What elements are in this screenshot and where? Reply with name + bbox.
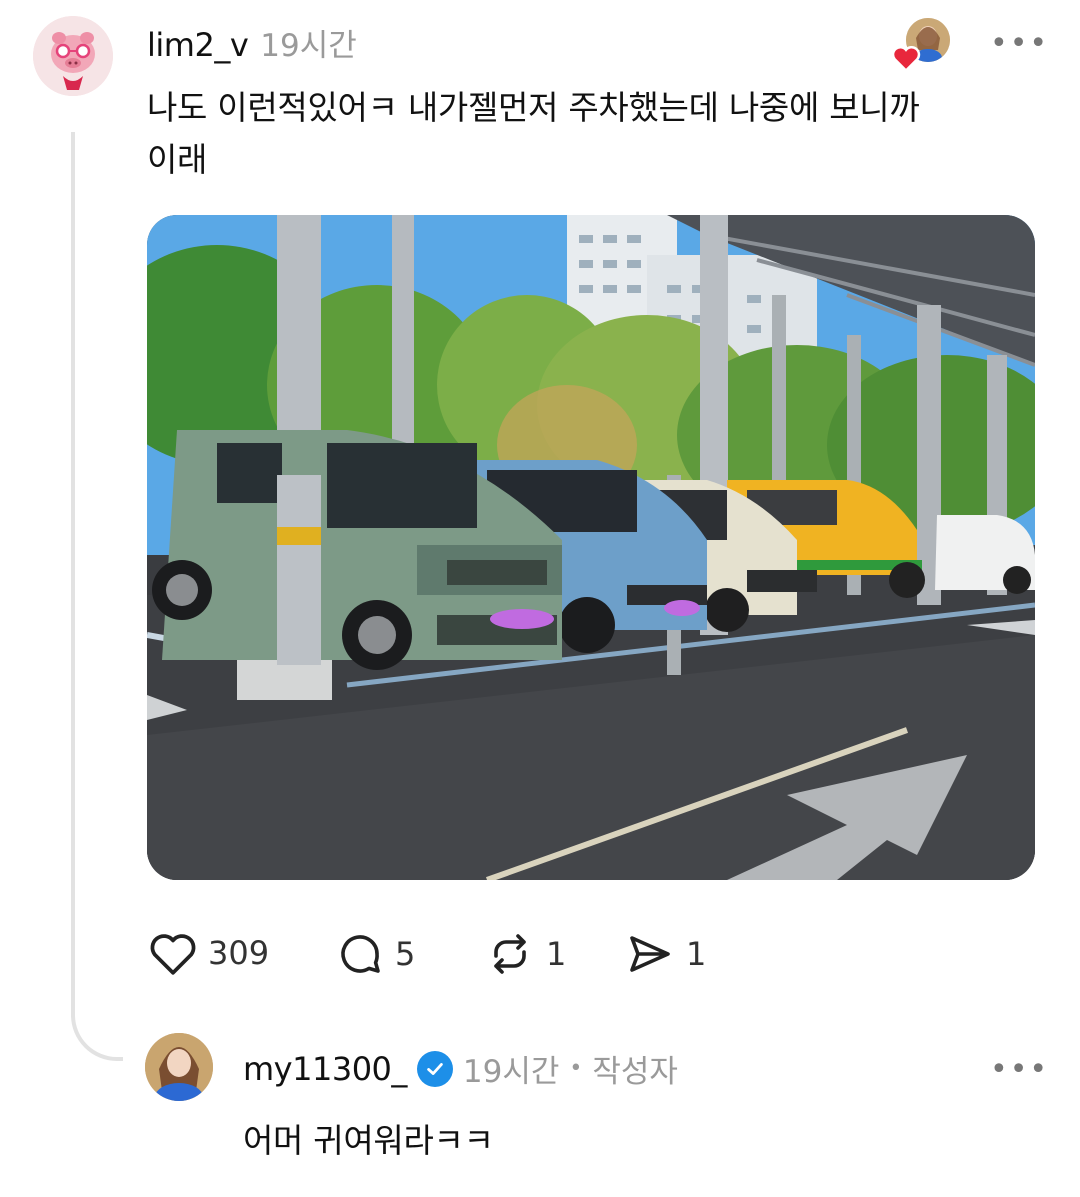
verified-icon [416,1050,453,1087]
heart-icon [150,934,196,975]
post-time: 19시간 [260,28,357,64]
post-author-avatar[interactable] [33,16,113,96]
thread-line [71,132,123,1061]
comment-action[interactable]: 5 [335,930,415,978]
pig-avatar-icon [33,16,113,96]
repost-count: 1 [546,935,567,973]
repost-action[interactable]: 1 [484,930,566,978]
like-count: 309 [208,934,270,972]
reply-time: 19시간 [462,1054,560,1090]
comment-count: 5 [395,935,416,973]
share-count: 1 [686,935,707,973]
share-icon [630,936,670,972]
reply-text: 어머 귀여워라ㅋㅋ [243,1121,494,1160]
post-text-line-1: 나도 이런적있어ㅋ 내가젤먼저 주차했는데 나중에 보니까 [147,88,920,127]
post-more-button[interactable]: ••• [990,26,1049,61]
heart-reaction-icon [891,46,921,72]
repost-icon [494,934,526,974]
post-username[interactable]: lim2_v [147,26,249,64]
reply-username[interactable]: my11300_ [243,1050,407,1088]
post-text-line-2: 이래 [147,140,208,179]
author-tag: 작성자 [592,1054,678,1090]
reply-author-avatar[interactable] [145,1033,213,1101]
comment-icon [341,935,380,973]
verified-check [427,1062,443,1075]
post-text: 나도 이런적있어ㅋ 내가젤먼저 주차했는데 나중에 보니까 이래 [147,82,1047,186]
parking-lot-photo [147,215,1035,880]
post-photo[interactable] [147,215,1035,880]
reply-avatar-image [145,1033,213,1101]
share-action[interactable]: 1 [624,930,706,978]
like-action[interactable]: 309 [148,930,269,976]
reply-more-button[interactable]: ••• [990,1052,1049,1087]
reply-separator: • [569,1056,583,1081]
